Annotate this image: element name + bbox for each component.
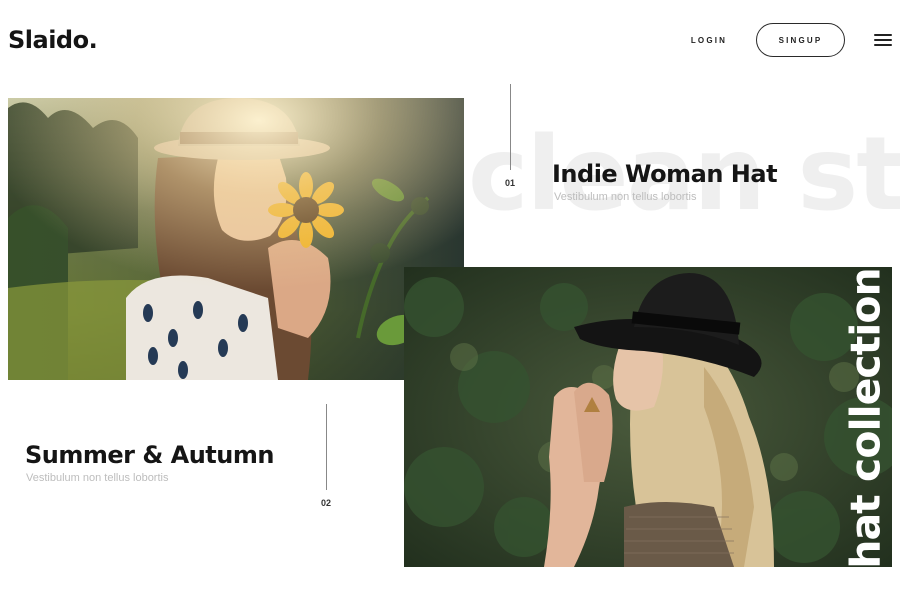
- slide-number: 01: [505, 178, 516, 188]
- divider-line: [510, 84, 511, 170]
- hamburger-icon[interactable]: [874, 34, 892, 48]
- divider-line: [326, 404, 327, 490]
- logo[interactable]: Slaido.: [8, 26, 98, 54]
- signup-label: SINGUP: [778, 35, 823, 45]
- slide-title: Indie Woman Hat: [552, 160, 778, 188]
- woman-in-black-hat-photo: [404, 267, 892, 567]
- slide-subtitle: Vestibulum non tellus lobortis: [26, 472, 169, 484]
- signup-button[interactable]: SINGUP: [756, 23, 845, 57]
- slide-subtitle: Vestibulum non tellus lobortis: [554, 191, 697, 203]
- woman-with-sunflower-photo: [8, 98, 464, 380]
- slide-title: Summer & Autumn: [25, 441, 274, 469]
- slide-number: 02: [321, 498, 332, 508]
- login-link[interactable]: LOGIN: [680, 34, 738, 48]
